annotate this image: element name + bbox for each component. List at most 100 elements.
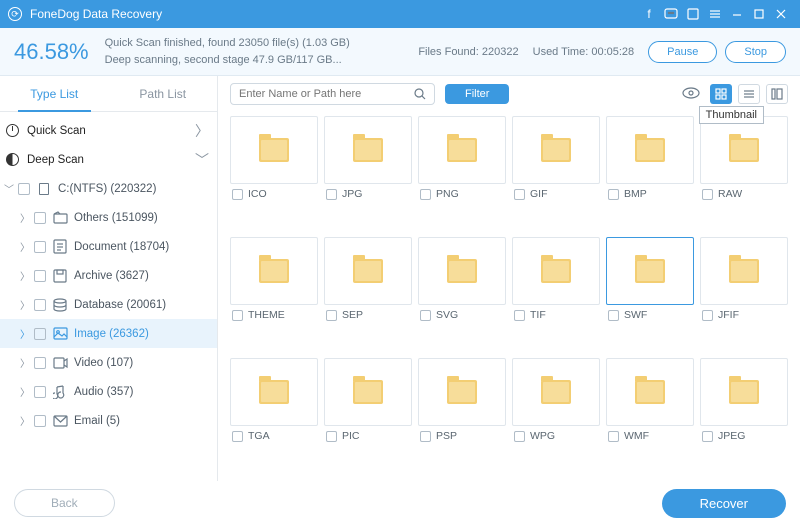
folder-cell[interactable]: PSP — [418, 358, 506, 473]
tree-item-label: Audio (357) — [74, 386, 133, 398]
folder-cell[interactable]: PIC — [324, 358, 412, 473]
tree-quick-scan[interactable]: Quick Scan 〉 — [0, 116, 217, 145]
tree-item[interactable]: 〉 Document (18704) — [0, 232, 217, 261]
tab-path-list[interactable]: Path List — [109, 76, 218, 111]
checkbox[interactable] — [34, 299, 46, 311]
folder-thumb — [418, 358, 506, 426]
folder-thumb — [230, 116, 318, 184]
folder-icon — [259, 380, 289, 404]
checkbox[interactable] — [608, 431, 619, 442]
stop-button[interactable]: Stop — [725, 41, 786, 63]
folder-cell[interactable]: SEP — [324, 237, 412, 352]
checkbox[interactable] — [608, 189, 619, 200]
drive-icon — [36, 183, 52, 195]
folder-cell[interactable]: GIF — [512, 116, 600, 231]
checkbox[interactable] — [514, 189, 525, 200]
folder-thumb — [606, 116, 694, 184]
tree-item[interactable]: 〉 Database (20061) — [0, 290, 217, 319]
checkbox[interactable] — [702, 310, 713, 321]
checkbox[interactable] — [326, 310, 337, 321]
checkbox[interactable] — [34, 270, 46, 282]
tree-item[interactable]: 〉 Video (107) — [0, 348, 217, 377]
tree-drive[interactable]: ﹀ C:(NTFS) (220322) — [0, 174, 217, 203]
checkbox[interactable] — [232, 310, 243, 321]
folder-cell[interactable]: PNG — [418, 116, 506, 231]
folder-label: THEME — [248, 309, 285, 321]
checkbox[interactable] — [232, 431, 243, 442]
folder-cell[interactable]: WMF — [606, 358, 694, 473]
feedback-icon[interactable] — [660, 0, 682, 28]
folder-cell[interactable]: JFIF — [700, 237, 788, 352]
recover-button[interactable]: Recover — [662, 489, 786, 518]
checkbox[interactable] — [420, 431, 431, 442]
chevron-right-icon: 〉 — [18, 384, 32, 399]
checkbox[interactable] — [232, 189, 243, 200]
checkbox[interactable] — [326, 431, 337, 442]
file-tree: Quick Scan 〉 Deep Scan ﹀ ﹀ C:(NTFS) (220… — [0, 112, 217, 481]
folder-cell[interactable]: TGA — [230, 358, 318, 473]
checkbox[interactable] — [34, 241, 46, 253]
folder-icon — [353, 138, 383, 162]
preview-icon[interactable] — [682, 87, 700, 102]
progress-line1: Quick Scan finished, found 23050 file(s)… — [105, 35, 419, 52]
checkbox[interactable] — [18, 183, 30, 195]
checkbox[interactable] — [702, 189, 713, 200]
view-detail-button[interactable] — [766, 84, 788, 104]
pause-button[interactable]: Pause — [648, 41, 717, 63]
folder-icon — [353, 259, 383, 283]
tree-item[interactable]: 〉 Archive (3627) — [0, 261, 217, 290]
folder-cell[interactable]: SWF — [606, 237, 694, 352]
folder-cell[interactable]: JPEG — [700, 358, 788, 473]
checkbox[interactable] — [514, 310, 525, 321]
folder-cell[interactable]: SVG — [418, 237, 506, 352]
category-icon — [52, 327, 68, 340]
folder-icon — [447, 380, 477, 404]
folder-thumb — [606, 237, 694, 305]
checkbox[interactable] — [34, 357, 46, 369]
folder-cell[interactable]: JPG — [324, 116, 412, 231]
view-thumbnail-button[interactable] — [710, 84, 732, 104]
folder-icon — [635, 380, 665, 404]
tab-type-list[interactable]: Type List — [0, 76, 109, 111]
folder-cell[interactable]: RAW — [700, 116, 788, 231]
minimize-button[interactable] — [726, 0, 748, 28]
folder-thumb — [700, 358, 788, 426]
category-icon — [52, 298, 68, 312]
checkbox[interactable] — [34, 212, 46, 224]
checkbox[interactable] — [702, 431, 713, 442]
tree-item[interactable]: 〉 Email (5) — [0, 406, 217, 435]
menu-icon[interactable] — [704, 0, 726, 28]
search-input[interactable] — [230, 83, 435, 105]
tree-item[interactable]: 〉 Audio (357) — [0, 377, 217, 406]
checkbox[interactable] — [420, 189, 431, 200]
clock-icon — [6, 124, 19, 137]
tree-item[interactable]: 〉 Others (151099) — [0, 203, 217, 232]
folder-cell[interactable]: TIF — [512, 237, 600, 352]
facebook-icon[interactable]: f — [638, 0, 660, 28]
folder-cell[interactable]: THEME — [230, 237, 318, 352]
folder-cell[interactable]: ICO — [230, 116, 318, 231]
filter-button[interactable]: Filter — [445, 84, 509, 104]
folder-label: SVG — [436, 309, 458, 321]
close-button[interactable] — [770, 0, 792, 28]
checkbox[interactable] — [608, 310, 619, 321]
progress-text: Quick Scan finished, found 23050 file(s)… — [105, 35, 419, 68]
checkbox[interactable] — [34, 328, 46, 340]
checkbox[interactable] — [34, 386, 46, 398]
folder-cell[interactable]: BMP — [606, 116, 694, 231]
checkbox[interactable] — [420, 310, 431, 321]
tree-deep-scan[interactable]: Deep Scan ﹀ — [0, 145, 217, 174]
folder-icon — [259, 138, 289, 162]
folder-label: PNG — [436, 188, 459, 200]
folder-cell[interactable]: WPG — [512, 358, 600, 473]
tree-item[interactable]: 〉 Image (26362) — [0, 319, 217, 348]
maximize-button[interactable] — [748, 0, 770, 28]
back-button[interactable]: Back — [14, 489, 115, 517]
register-icon[interactable] — [682, 0, 704, 28]
checkbox[interactable] — [34, 415, 46, 427]
checkbox[interactable] — [514, 431, 525, 442]
checkbox[interactable] — [326, 189, 337, 200]
chevron-right-icon: 〉 — [195, 121, 209, 141]
view-list-button[interactable] — [738, 84, 760, 104]
progress-percent: 46.58% — [14, 39, 89, 65]
